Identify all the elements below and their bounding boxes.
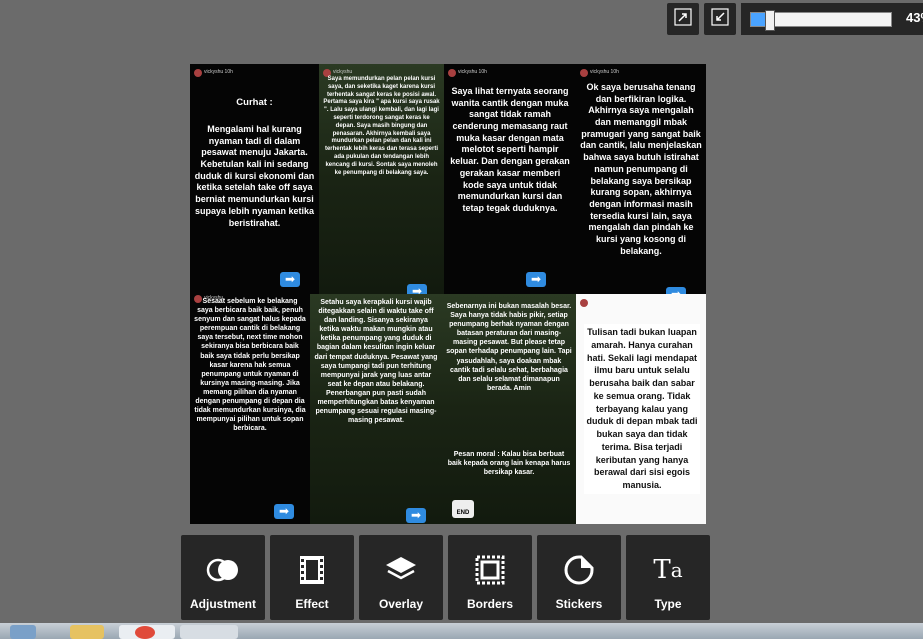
next-arrow-icon: ➡ xyxy=(666,287,686,294)
story-panel-2: vickyshu Saya memundurkan pelan pelan ku… xyxy=(319,64,444,294)
story-text: Setahu saya kerapkali kursi wajib ditega… xyxy=(314,299,438,425)
zoom-control: 43% xyxy=(741,3,923,35)
sticker-icon xyxy=(561,555,597,585)
story-panel-5: vickyshu Sesaat sebelum ke belakang saya… xyxy=(190,294,310,524)
tool-label: Adjustment xyxy=(190,597,256,611)
tool-label: Stickers xyxy=(555,597,603,611)
shrink-icon xyxy=(711,7,729,31)
layers-icon xyxy=(383,555,419,585)
borders-button[interactable]: Borders xyxy=(448,535,532,620)
avatar xyxy=(194,69,202,77)
shrink-button[interactable] xyxy=(704,3,736,35)
story-panel-7: Sebenarnya ini bukan masalah besar. Saya… xyxy=(442,294,576,524)
story-panel-8: Tulisan tadi bukan luapan amarah. Hanya … xyxy=(576,294,706,524)
avatar xyxy=(580,299,588,307)
text-card: Tulisan tadi bukan luapan amarah. Hanya … xyxy=(584,324,700,494)
stickers-button[interactable]: Stickers xyxy=(537,535,621,620)
type-icon: Ta xyxy=(653,555,683,585)
tool-label: Borders xyxy=(466,597,513,611)
next-arrow-icon: ➡ xyxy=(280,272,300,287)
expand-icon xyxy=(674,7,692,31)
collage-image[interactable]: vickyshu 10h Curhat : Mengalami hal kura… xyxy=(190,64,706,524)
adjustment-button[interactable]: Adjustment xyxy=(181,535,265,620)
story-title: Curhat : xyxy=(236,97,273,108)
story-text: Saya lihat ternyata seorang wanita canti… xyxy=(450,86,570,213)
story-username: vickyshu 10h xyxy=(204,69,233,75)
next-arrow-icon: ➡ xyxy=(526,272,546,287)
zoom-slider-fill xyxy=(751,13,765,26)
taskbar-browser-item[interactable] xyxy=(119,625,175,639)
story-username: vickyshu 10h xyxy=(590,69,619,75)
zoom-slider[interactable] xyxy=(750,10,892,31)
next-arrow-icon: ➡ xyxy=(407,284,427,294)
film-strip-icon xyxy=(294,555,330,585)
next-arrow-icon: ➡ xyxy=(274,504,294,519)
story-username: vickyshu xyxy=(333,69,353,75)
avatar xyxy=(448,69,456,77)
effect-button[interactable]: Effect xyxy=(270,535,354,620)
adjustment-icon xyxy=(205,555,241,585)
avatar xyxy=(580,69,588,77)
story-panel-6: Setahu saya kerapkali kursi wajib ditega… xyxy=(310,294,442,524)
story-text: Sesaat sebelum ke belakang saya berbicar… xyxy=(194,298,306,433)
expand-button[interactable] xyxy=(667,3,699,35)
story-panel-4: vickyshu 10h Ok saya berusaha tenang dan… xyxy=(576,64,706,294)
taskbar-app-icon[interactable] xyxy=(10,625,36,639)
overlay-button[interactable]: Overlay xyxy=(359,535,443,620)
story-panel-1: vickyshu 10h Curhat : Mengalami hal kura… xyxy=(190,64,319,294)
tool-label: Type xyxy=(654,597,682,611)
story-username: vickyshu 10h xyxy=(458,69,487,75)
story-panel-3: vickyshu 10h Saya lihat ternyata seorang… xyxy=(444,64,576,294)
end-badge: END xyxy=(452,500,474,518)
zoom-slider-handle[interactable] xyxy=(765,10,775,31)
story-moral-text: Pesan moral : Kalau bisa berbuat baik ke… xyxy=(447,451,571,477)
story-text: Ok saya berusaha tenang dan berfikiran l… xyxy=(580,82,702,256)
story-text: Tulisan tadi bukan luapan amarah. Hanya … xyxy=(586,327,698,491)
tool-label: Effect xyxy=(295,597,329,611)
story-text: Sebenarnya ini bukan masalah besar. Saya… xyxy=(446,303,572,392)
type-button[interactable]: Ta Type xyxy=(626,535,710,620)
story-text: Saya memundurkan pelan pelan kursi saya,… xyxy=(323,76,440,176)
folder-icon[interactable] xyxy=(70,625,104,639)
tool-label: Overlay xyxy=(378,597,424,611)
next-arrow-icon: ➡ xyxy=(406,508,426,523)
zoom-percentage: 43% xyxy=(906,10,923,25)
border-frame-icon xyxy=(472,555,508,585)
os-taskbar xyxy=(0,623,923,639)
taskbar-app-item[interactable] xyxy=(180,625,238,639)
browser-icon xyxy=(135,626,155,639)
story-text: Mengalami hal kurang nyaman tadi di dala… xyxy=(194,124,315,228)
